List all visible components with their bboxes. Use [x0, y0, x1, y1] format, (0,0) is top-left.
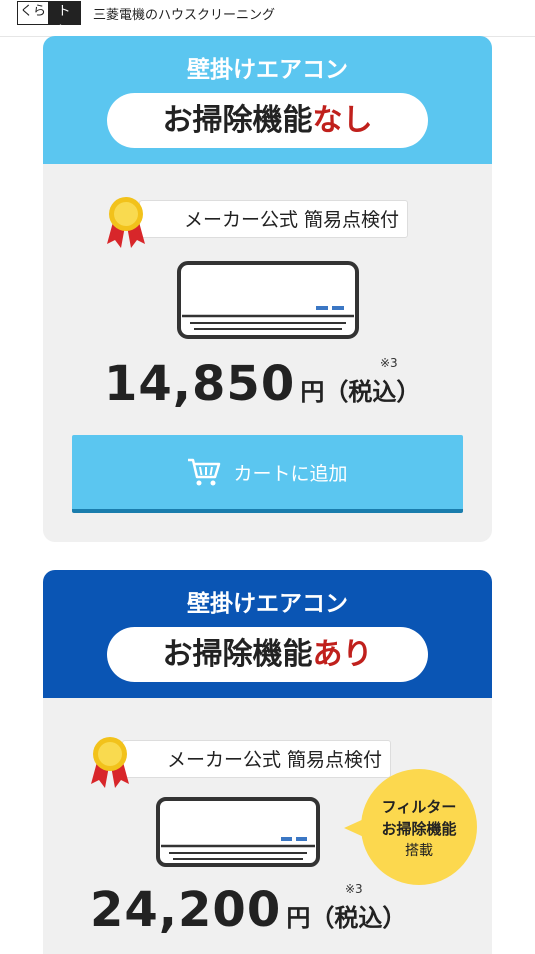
- logo-left-text: くら: [19, 4, 46, 19]
- bubble-line-3: 搭載: [405, 843, 433, 859]
- category-title: 壁掛けエアコン: [187, 591, 348, 617]
- pill-accent-text: なし: [312, 103, 373, 138]
- top-bar: くら トク° 三菱電機のハウスクリーニング: [0, 0, 535, 39]
- pill-main-text: お掃除機能: [162, 103, 313, 138]
- inspection-badge: メーカー公式 簡易点検付: [122, 740, 392, 778]
- air-conditioner-icon: [156, 797, 320, 867]
- badge-text: メーカー公式 簡易点検付: [184, 209, 400, 231]
- bubble-line-2: お掃除機能: [381, 820, 457, 838]
- feature-pill: お掃除機能あり: [107, 627, 428, 682]
- feature-pill: お掃除機能なし: [107, 93, 428, 148]
- product-card-no-cleaning: 壁掛けエアコン お掃除機能なし メーカー公式 簡易点検付 ※3 14,850 円…: [43, 36, 492, 542]
- price: 14,850 円（税込）: [104, 356, 420, 412]
- price: 24,200 円（税込）: [90, 882, 406, 938]
- category-title: 壁掛けエアコン: [187, 57, 348, 83]
- medal-icon: [107, 197, 145, 248]
- medal-icon: [91, 737, 129, 788]
- pill-main-text: お掃除機能: [162, 637, 313, 672]
- inspection-badge: メーカー公式 簡易点検付: [139, 200, 409, 238]
- card-header: 壁掛けエアコン お掃除機能なし: [43, 36, 492, 164]
- feature-bubble-text: フィルター お掃除機能 搭載: [361, 796, 477, 862]
- bubble-line-1: フィルター: [381, 798, 457, 816]
- card-header: 壁掛けエアコン お掃除機能あり: [43, 570, 492, 698]
- cart-button-label: カートに追加: [233, 462, 348, 485]
- kuratoku-logo[interactable]: くら トク°: [17, 1, 81, 39]
- price-unit: 円（税込）: [300, 378, 421, 406]
- price-unit: 円（税込）: [286, 904, 407, 932]
- cart-icon: [188, 458, 221, 486]
- add-to-cart-button[interactable]: カートに追加: [72, 435, 463, 513]
- product-card-with-cleaning: 壁掛けエアコン お掃除機能あり メーカー公式 簡易点検付 ※3 24,200 円…: [43, 570, 492, 954]
- pill-accent-text: あり: [312, 637, 373, 672]
- logo-right-text: トク°: [48, 2, 80, 39]
- badge-text: メーカー公式 簡易点検付: [167, 749, 383, 771]
- air-conditioner-icon: [177, 261, 359, 339]
- price-number: 24,200: [90, 882, 282, 938]
- price-number: 14,850: [104, 356, 296, 412]
- page-title: 三菱電機のハウスクリーニング: [93, 8, 276, 23]
